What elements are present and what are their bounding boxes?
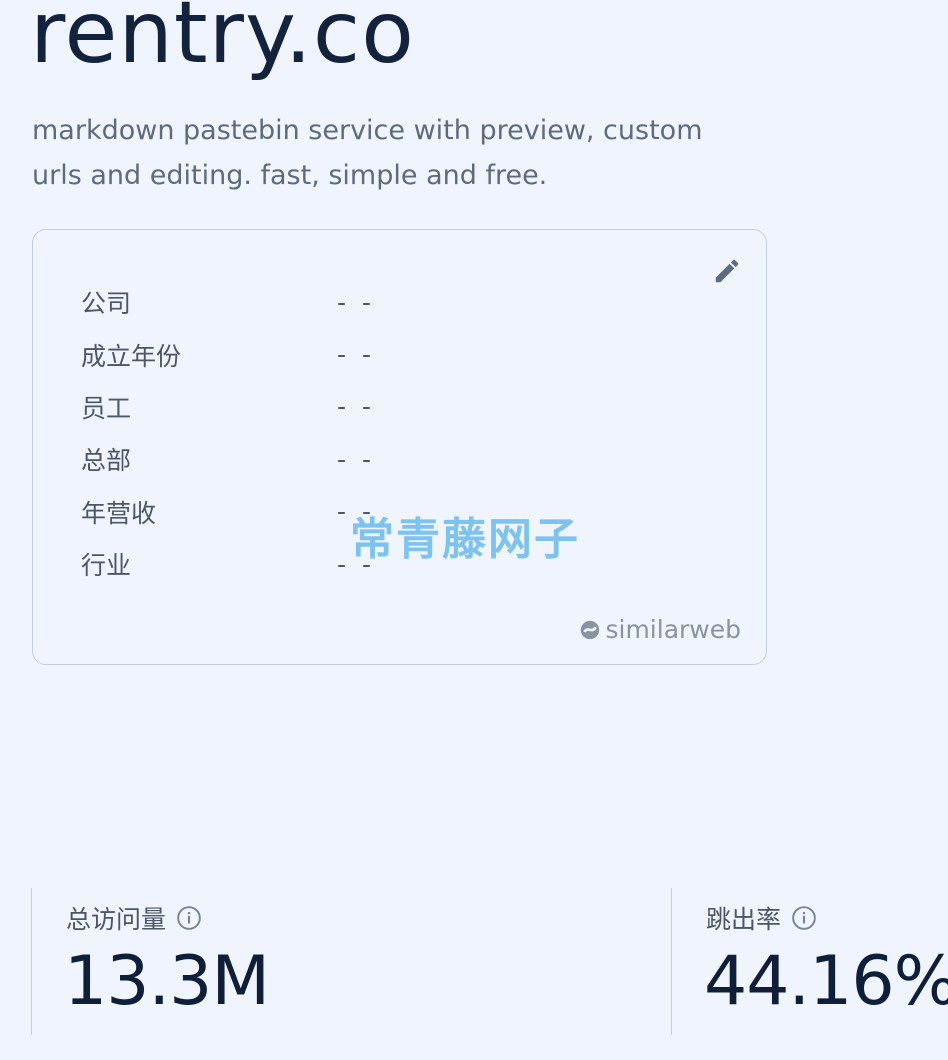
- info-row-revenue: 年营收 - -: [81, 486, 375, 538]
- info-label: 员工: [81, 393, 132, 423]
- info-icon[interactable]: [791, 905, 817, 931]
- similarweb-label: similarweb: [605, 615, 741, 644]
- info-row-employees: 员工 - -: [81, 381, 375, 433]
- watermark: 常青藤网子: [350, 514, 580, 565]
- info-row-industry: 行业 - -: [81, 538, 375, 590]
- info-rows: 公司 - - 成立年份 - - 员工 - - 总部 - - 年营收 - - 行业…: [81, 276, 375, 590]
- info-label: 公司: [81, 289, 132, 319]
- site-description: markdown pastebin service with preview, …: [32, 115, 703, 191]
- info-label: 年营收: [81, 498, 157, 528]
- stat-label: 总访问量: [66, 900, 202, 936]
- info-label: 总部: [81, 446, 132, 476]
- info-value: - -: [337, 392, 375, 422]
- stat-label-text: 总访问量: [66, 905, 167, 934]
- stat-value: 13.3M: [64, 942, 270, 1021]
- stat-label: 跳出率: [706, 900, 817, 936]
- info-value: - -: [337, 340, 375, 370]
- info-label: 行业: [81, 551, 132, 581]
- stat-total-visits: 总访问量 13.3M: [31, 888, 671, 1035]
- stat-label-text: 跳出率: [706, 905, 782, 934]
- site-title: rentry.co: [30, 0, 415, 83]
- company-info-card: 公司 - - 成立年份 - - 员工 - - 总部 - - 年营收 - - 行业…: [32, 229, 767, 665]
- page: rentry.co markdown pastebin service with…: [0, 0, 948, 1060]
- stat-value: 44.16%: [704, 942, 948, 1021]
- similarweb-logo-icon: [581, 620, 600, 639]
- stat-bounce-rate: 跳出率 44.16%: [671, 888, 948, 1035]
- info-row-company: 公司 - -: [81, 276, 375, 328]
- info-label: 成立年份: [81, 341, 182, 371]
- info-value: - -: [337, 287, 375, 317]
- info-icon[interactable]: [176, 905, 202, 931]
- info-row-founded: 成立年份 - -: [81, 328, 375, 380]
- similarweb-attribution[interactable]: similarweb: [579, 615, 741, 644]
- info-value: - -: [337, 444, 375, 474]
- edit-button[interactable]: [712, 256, 742, 286]
- pencil-icon: [715, 259, 739, 283]
- info-row-headquarters: 总部 - -: [81, 433, 375, 485]
